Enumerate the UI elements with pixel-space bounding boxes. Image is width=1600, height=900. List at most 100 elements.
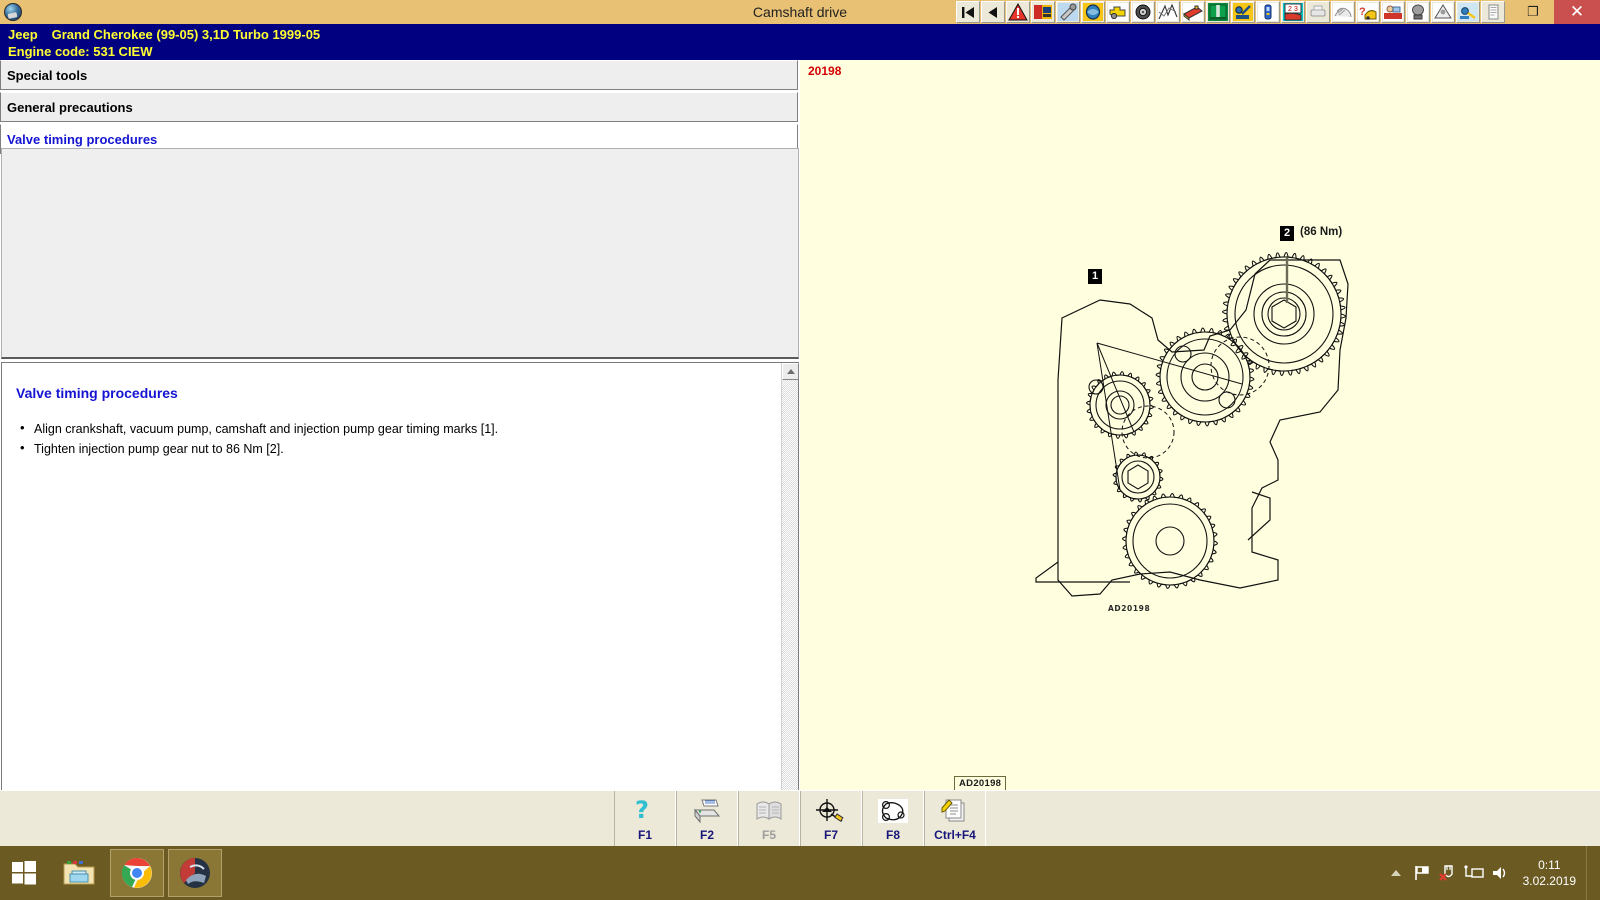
clock-date: 3.02.2019: [1523, 873, 1576, 889]
flag-icon: [1413, 864, 1431, 882]
clock-time: 0:11: [1523, 857, 1576, 873]
question-mark-icon: ?: [631, 796, 659, 826]
fnkey-label: Ctrl+F4: [934, 828, 976, 842]
document-body: Valve timing procedures Align crankshaft…: [2, 363, 781, 849]
fnkey-f7-adjustment[interactable]: F7: [800, 791, 862, 847]
labour-times-button[interactable]: [1381, 1, 1405, 23]
warning-button[interactable]: [1006, 1, 1030, 23]
callout-1: 1: [1088, 269, 1102, 284]
wiring-button[interactable]: [1156, 1, 1180, 23]
fnkey-f8-timing-belt[interactable]: F8: [862, 791, 924, 847]
timing-adjust-icon: [815, 796, 847, 826]
antivirus-status-icon[interactable]: [1435, 846, 1461, 900]
gear-teeth-layer: [800, 60, 1600, 790]
main-toolbar: 23 ?: [956, 0, 1506, 24]
fnkey-ctrl-f4-notes[interactable]: Ctrl+F4: [924, 791, 986, 847]
service-schedule-button[interactable]: 23: [1281, 1, 1305, 23]
scroll-up-button[interactable]: [782, 363, 799, 380]
taskbar-app-google-chrome[interactable]: [110, 849, 164, 897]
first-page-button[interactable]: [956, 1, 980, 23]
fnkey-label: F8: [886, 828, 900, 842]
speaker-icon: [1490, 864, 1510, 882]
fnkey-f5-manual[interactable]: F5: [738, 791, 800, 847]
tools-button[interactable]: [1056, 1, 1080, 23]
torque-note: (86 Nm): [1300, 226, 1342, 238]
lift-button[interactable]: [1206, 1, 1230, 23]
vehicle-make: Jeep: [8, 27, 38, 42]
nav-label: General precautions: [7, 100, 133, 115]
chrome-icon: [120, 856, 154, 890]
svg-text:2: 2: [1288, 6, 1292, 13]
diagram-panel: 20198: [800, 60, 1600, 790]
safety-button[interactable]: [1431, 1, 1455, 23]
volume-icon[interactable]: [1487, 846, 1513, 900]
list-item: Align crankshaft, vacuum pump, camshaft …: [16, 421, 767, 437]
show-desktop-button[interactable]: [1586, 846, 1594, 900]
system-tray: 0:11 3.02.2019: [1383, 846, 1600, 900]
open-book-icon: [754, 796, 784, 826]
show-hidden-icons-button[interactable]: [1383, 846, 1409, 900]
service-button[interactable]: [1231, 1, 1255, 23]
timing-belt-icon: [877, 796, 909, 826]
nav-label: Valve timing procedures: [7, 132, 157, 147]
fnkey-f1-help[interactable]: ? F1: [614, 791, 676, 847]
disc-icon: [4, 3, 22, 21]
chevron-up-icon: [1390, 868, 1402, 878]
previous-page-button[interactable]: [981, 1, 1005, 23]
document-bullet-list: Align crankshaft, vacuum pump, camshaft …: [16, 421, 767, 457]
function-key-bar: ? F1 F2 F5: [0, 790, 1600, 846]
vehicle-header: Jeep Grand Cherokee (99-05) 3,1D Turbo 19…: [0, 24, 1600, 60]
document-button[interactable]: [1481, 1, 1505, 23]
fnkey-label: F2: [700, 828, 714, 842]
fnkey-f2-print[interactable]: F2: [676, 791, 738, 847]
shield-error-icon: [1438, 864, 1458, 882]
fnkey-label: F5: [762, 828, 776, 842]
callout-2: 2: [1280, 226, 1294, 241]
windows-taskbar: 0:11 3.02.2019: [0, 846, 1600, 900]
document-pane: Valve timing procedures Align crankshaft…: [1, 362, 799, 850]
print-button[interactable]: [1306, 1, 1330, 23]
empty-content-pane: [1, 148, 799, 359]
document-vertical-scrollbar[interactable]: [781, 363, 798, 849]
network-icon[interactable]: [1461, 846, 1487, 900]
printer-icon: [692, 796, 722, 826]
engine-code-value: 531 CIEW: [93, 44, 152, 59]
wheel-alignment-button[interactable]: [1081, 1, 1105, 23]
document-title: Valve timing procedures: [16, 385, 767, 401]
clock[interactable]: 0:11 3.02.2019: [1523, 857, 1576, 889]
fnkey-label: F7: [824, 828, 838, 842]
fnkey-label: F1: [638, 828, 652, 842]
svg-text:3: 3: [1294, 6, 1298, 13]
diagnostics-button[interactable]: [1256, 1, 1280, 23]
engine-button[interactable]: [1106, 1, 1130, 23]
tyre-button[interactable]: [1131, 1, 1155, 23]
start-button[interactable]: [0, 846, 48, 900]
vehicle-model: Grand Cherokee (99-05) 3,1D Turbo 1999-0…: [52, 27, 321, 42]
battery-button[interactable]: [1181, 1, 1205, 23]
close-button[interactable]: ✕: [1554, 0, 1600, 24]
dashboard-button[interactable]: [1031, 1, 1055, 23]
notes-pencil-icon: [940, 796, 970, 826]
network-icon: [1464, 864, 1484, 882]
autodata-icon: [178, 856, 212, 890]
technical-data-button[interactable]: [1331, 1, 1355, 23]
diagram-id-badge: AD20198: [954, 776, 1006, 790]
nav-label: Special tools: [7, 68, 87, 83]
folder-icon: [62, 858, 96, 888]
action-center-button[interactable]: [1409, 846, 1435, 900]
list-item: Tighten injection pump gear nut to 86 Nm…: [16, 441, 767, 457]
svg-text:?: ?: [635, 797, 649, 824]
engine-code-label: Engine code:: [8, 44, 90, 59]
nav-item-special-tools[interactable]: Special tools: [0, 60, 798, 90]
help-button[interactable]: ?: [1356, 1, 1380, 23]
airbag-button[interactable]: [1406, 1, 1430, 23]
component-button[interactable]: [1456, 1, 1480, 23]
window-titlebar[interactable]: Camshaft drive: [0, 0, 1600, 24]
windows-logo-icon: [11, 860, 37, 886]
left-panel: Special tools General precautions Valve …: [0, 60, 800, 790]
restore-button[interactable]: ❐: [1512, 0, 1554, 24]
taskbar-app-file-explorer[interactable]: [52, 849, 106, 897]
chevron-up-icon: [787, 369, 795, 374]
taskbar-app-autodata[interactable]: [168, 849, 222, 897]
nav-item-general-precautions[interactable]: General precautions: [0, 92, 798, 122]
